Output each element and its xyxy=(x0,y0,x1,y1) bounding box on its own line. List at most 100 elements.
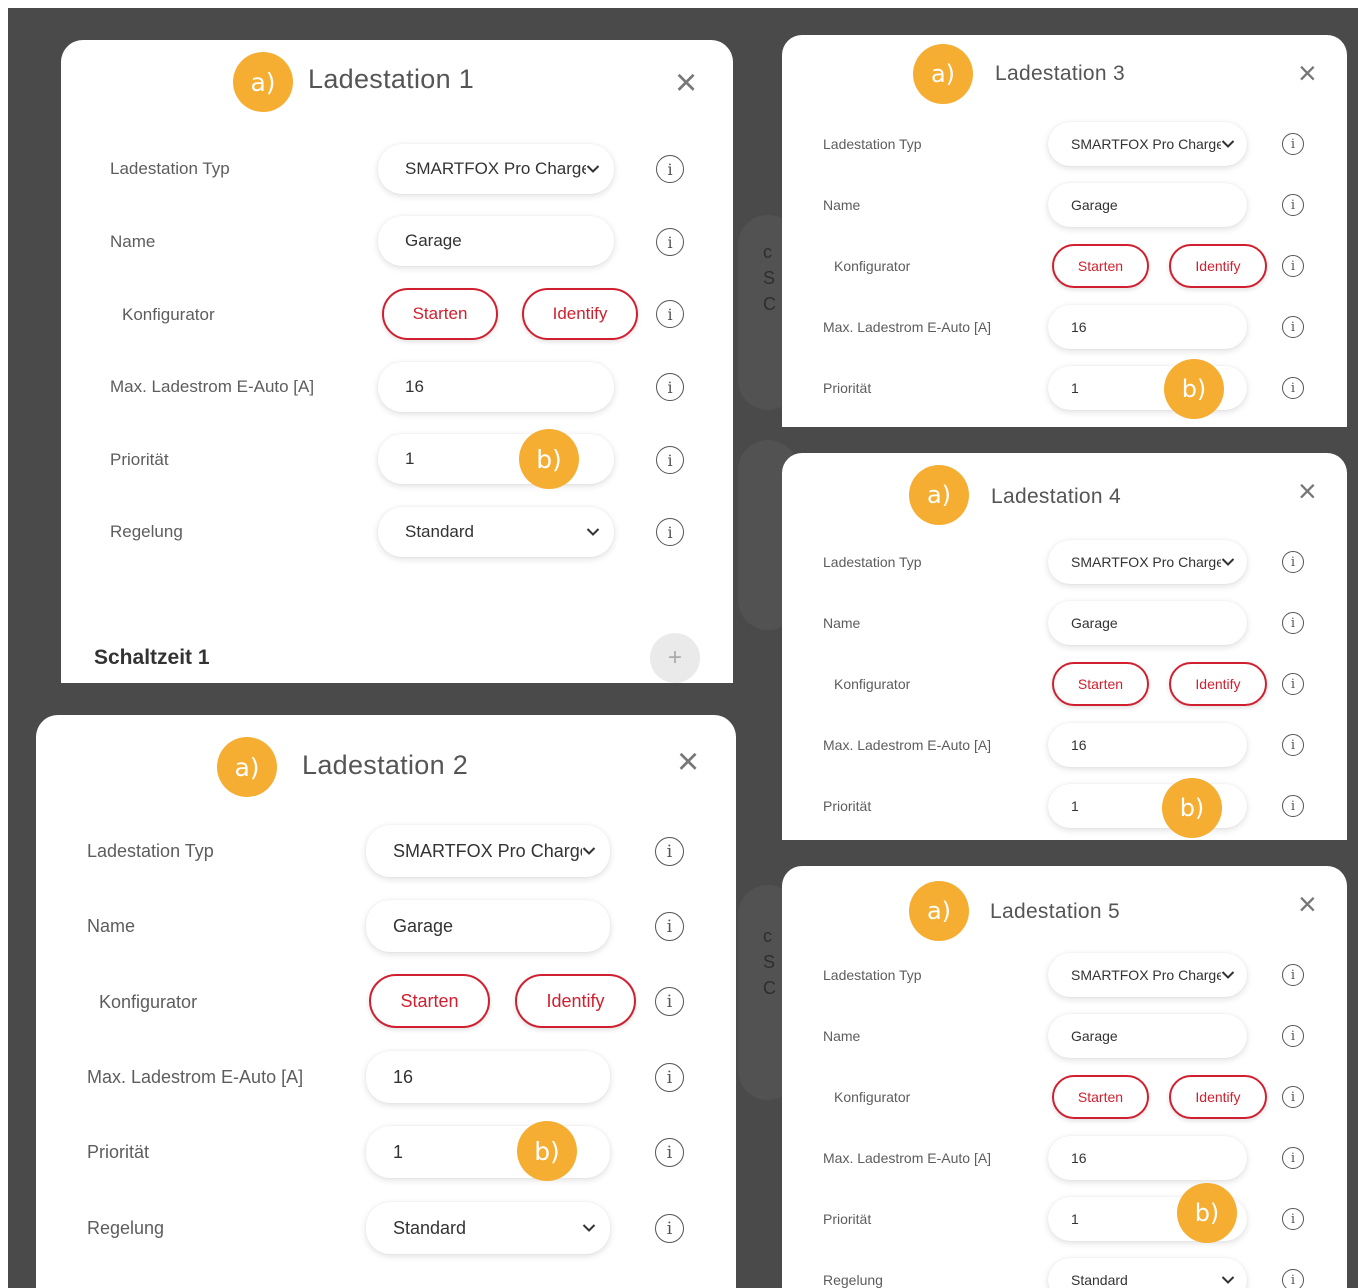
add-schedule-button[interactable]: + xyxy=(650,633,700,683)
identify-button[interactable]: Identify xyxy=(515,974,636,1028)
priority-label: Priorität xyxy=(823,1211,872,1227)
type-select[interactable]: SMARTFOX Pro Charger xyxy=(378,144,614,194)
chevron-down-icon xyxy=(1221,558,1235,566)
info-icon[interactable]: i xyxy=(1282,194,1304,216)
control-label: Regelung xyxy=(87,1218,165,1238)
info-icon[interactable]: i xyxy=(1282,734,1304,756)
info-icon[interactable]: i xyxy=(655,1214,684,1243)
ladestation-3-dialog: a) Ladestation 3 × Ladestation Typ SMART… xyxy=(782,35,1347,427)
info-icon[interactable]: i xyxy=(655,1063,684,1092)
marker-b-badge: b) xyxy=(1162,778,1222,838)
info-icon[interactable]: i xyxy=(656,155,684,183)
chevron-down-icon xyxy=(1221,1276,1235,1284)
name-input[interactable]: Garage xyxy=(378,216,614,266)
control-select[interactable]: Standard xyxy=(1048,1258,1247,1288)
info-icon[interactable]: i xyxy=(655,837,684,866)
info-icon[interactable]: i xyxy=(1282,795,1304,817)
max-current-input[interactable]: 16 xyxy=(378,362,614,412)
marker-b-badge: b) xyxy=(519,429,579,489)
info-icon[interactable]: i xyxy=(1282,612,1304,634)
type-label: Ladestation Typ xyxy=(87,841,214,861)
start-button[interactable]: Starten xyxy=(369,974,490,1028)
info-icon[interactable]: i xyxy=(656,446,684,474)
priority-label: Priorität xyxy=(87,1142,150,1162)
info-icon[interactable]: i xyxy=(1282,1086,1304,1108)
info-icon[interactable]: i xyxy=(1282,255,1304,277)
info-icon[interactable]: i xyxy=(655,987,684,1016)
info-icon[interactable]: i xyxy=(1282,551,1304,573)
info-icon[interactable]: i xyxy=(1282,1147,1304,1169)
name-input[interactable]: Garage xyxy=(1048,1014,1247,1058)
dialog-title: Ladestation 3 xyxy=(995,62,1126,85)
info-icon[interactable]: i xyxy=(655,912,684,941)
name-input[interactable]: Garage xyxy=(1048,601,1247,645)
max-current-input[interactable]: 16 xyxy=(1048,305,1247,349)
info-icon[interactable]: i xyxy=(655,1138,684,1167)
start-button[interactable]: Starten xyxy=(1052,662,1149,706)
dialog-title: Ladestation 5 xyxy=(990,900,1121,923)
info-icon[interactable]: i xyxy=(656,518,684,546)
dialog-title: Ladestation 4 xyxy=(991,485,1122,508)
info-icon[interactable]: i xyxy=(656,373,684,401)
chevron-down-icon xyxy=(586,528,600,536)
chevron-down-icon xyxy=(582,1224,596,1232)
start-button[interactable]: Starten xyxy=(1052,1075,1149,1119)
close-icon[interactable]: × xyxy=(677,743,699,781)
name-label: Name xyxy=(110,232,156,251)
close-icon[interactable]: × xyxy=(1298,475,1317,507)
control-select[interactable]: Standard xyxy=(378,507,614,557)
background-letter: S xyxy=(763,952,776,972)
type-label: Ladestation Typ xyxy=(823,136,922,152)
type-select[interactable]: SMARTFOX Pro Charger xyxy=(366,825,610,877)
configurator-label: Konfigurator xyxy=(834,1089,911,1105)
info-icon[interactable]: i xyxy=(1282,377,1304,399)
name-label: Name xyxy=(823,1028,861,1044)
identify-button[interactable]: Identify xyxy=(1169,662,1267,706)
ladestation-1-dialog: a) Ladestation 1 × Ladestation Typ SMART… xyxy=(61,40,733,683)
dialog-title: Ladestation 2 xyxy=(302,750,469,780)
configurator-label: Konfigurator xyxy=(834,258,911,274)
name-input[interactable]: Garage xyxy=(366,900,610,952)
info-icon[interactable]: i xyxy=(1282,316,1304,338)
identify-button[interactable]: Identify xyxy=(1169,1075,1267,1119)
identify-button[interactable]: Identify xyxy=(522,288,638,340)
identify-button[interactable]: Identify xyxy=(1169,244,1267,288)
background-letter: S xyxy=(763,268,776,288)
max-current-input[interactable]: 16 xyxy=(1048,1136,1247,1180)
name-label: Name xyxy=(823,615,861,631)
info-icon[interactable]: i xyxy=(1282,133,1304,155)
max-current-label: Max. Ladestrom E-Auto [A] xyxy=(87,1067,304,1087)
max-current-label: Max. Ladestrom E-Auto [A] xyxy=(823,319,992,335)
type-select[interactable]: SMARTFOX Pro Charger xyxy=(1048,122,1247,166)
configurator-label: Konfigurator xyxy=(99,992,198,1012)
max-current-input[interactable]: 16 xyxy=(366,1051,610,1103)
configurator-label: Konfigurator xyxy=(122,305,215,324)
start-button[interactable]: Starten xyxy=(1052,244,1149,288)
info-icon[interactable]: i xyxy=(1282,1269,1304,1288)
info-icon[interactable]: i xyxy=(656,228,684,256)
start-button[interactable]: Starten xyxy=(382,288,498,340)
schedule-title: Schaltzeit 1 xyxy=(94,646,210,669)
max-current-input[interactable]: 16 xyxy=(1048,723,1247,767)
close-icon[interactable]: × xyxy=(1298,57,1317,89)
info-icon[interactable]: i xyxy=(1282,673,1304,695)
type-label: Ladestation Typ xyxy=(823,967,922,983)
ladestation-5-dialog: a) Ladestation 5 × Ladestation Typ SMART… xyxy=(782,866,1347,1288)
info-icon[interactable]: i xyxy=(1282,1208,1304,1230)
chevron-down-icon xyxy=(586,165,600,173)
marker-a-badge: a) xyxy=(233,52,293,112)
chevron-down-icon xyxy=(1221,971,1235,979)
close-icon[interactable]: × xyxy=(675,64,697,102)
background-letter: c xyxy=(763,242,772,262)
info-icon[interactable]: i xyxy=(656,300,684,328)
name-input[interactable]: Garage xyxy=(1048,183,1247,227)
close-icon[interactable]: × xyxy=(1298,888,1317,920)
type-select[interactable]: SMARTFOX Pro Charger xyxy=(1048,953,1247,997)
marker-a-badge: a) xyxy=(217,737,277,797)
type-label: Ladestation Typ xyxy=(110,159,230,178)
info-icon[interactable]: i xyxy=(1282,1025,1304,1047)
type-select[interactable]: SMARTFOX Pro Charger xyxy=(1048,540,1247,584)
control-label: Regelung xyxy=(110,522,183,541)
control-select[interactable]: Standard xyxy=(366,1202,610,1254)
info-icon[interactable]: i xyxy=(1282,964,1304,986)
